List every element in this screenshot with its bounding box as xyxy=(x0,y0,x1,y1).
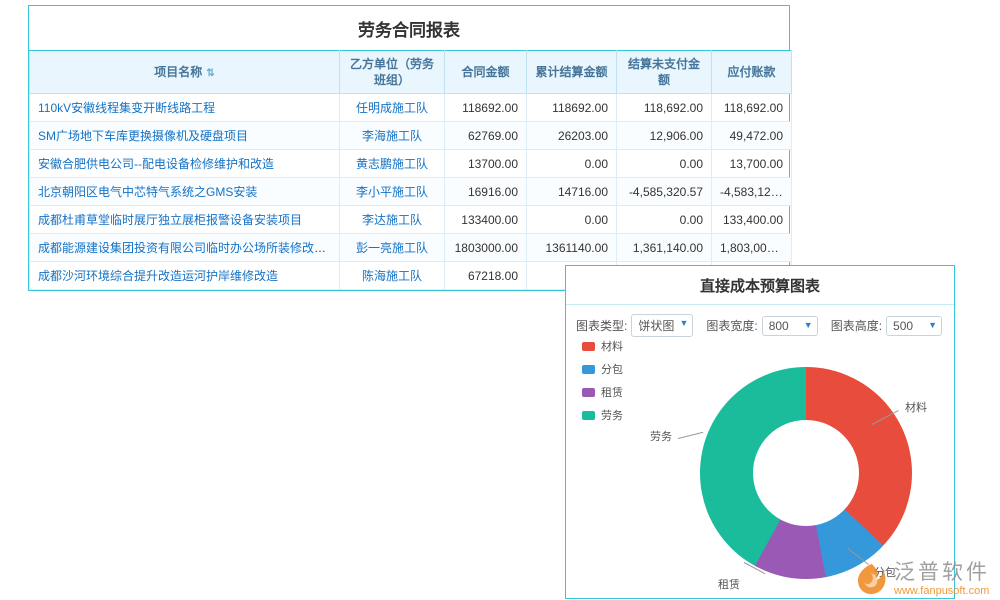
chart-type-label: 图表类型: xyxy=(576,317,627,334)
cell-contract-amount: 16916.00 xyxy=(445,178,527,206)
cost-budget-chart-panel: 直接成本预算图表 图表类型: 饼状图 ▼ 图表宽度: 800 ▼ 图表高度: 5… xyxy=(565,265,955,599)
column-header-settled-amount: 累计结算金额 xyxy=(527,51,617,94)
column-header-contract-amount: 合同金额 xyxy=(445,51,527,94)
callout-lease: 租赁 xyxy=(718,576,740,592)
team-link[interactable]: 黄志鹏施工队 xyxy=(356,157,428,171)
team-link[interactable]: 彭一亮施工队 xyxy=(356,241,428,255)
labor-contract-report-panel: 劳务合同报表 项目名称 ⇅ 乙方单位（劳务班组） 合同金额 累计结算金额 结算未支… xyxy=(28,5,790,291)
column-header-project-label: 项目名称 xyxy=(154,65,202,79)
legend-item-labor[interactable]: 劳务 xyxy=(582,407,623,423)
team-link[interactable]: 陈海施工队 xyxy=(362,269,422,283)
report-title: 劳务合同报表 xyxy=(29,6,789,50)
chevron-down-icon: ▼ xyxy=(679,318,688,328)
callout-labor: 劳务 xyxy=(650,428,672,444)
cell-settled-amount: 0.00 xyxy=(527,150,617,178)
legend-label: 材料 xyxy=(601,338,623,354)
legend-swatch xyxy=(582,365,595,374)
column-header-payable: 应付账款 xyxy=(712,51,792,94)
cell-settled-amount: 118692.00 xyxy=(527,94,617,122)
cell-payable-amount: 133,400.00 xyxy=(712,206,792,234)
legend-label: 劳务 xyxy=(601,407,623,423)
cell-settled-amount: 1361140.00 xyxy=(527,234,617,262)
project-link[interactable]: 北京朝阳区电气中芯特气系统之GMS安装 xyxy=(38,185,257,199)
project-link[interactable]: 成都杜甫草堂临时展厅独立展柜报警设备安装项目 xyxy=(38,213,302,227)
chart-width-label: 图表宽度: xyxy=(706,317,757,334)
sort-icon[interactable]: ⇅ xyxy=(206,68,214,79)
chart-type-value: 饼状图 xyxy=(638,319,674,333)
donut-chart-wrap xyxy=(700,367,912,579)
legend-item-subcontract[interactable]: 分包 xyxy=(582,361,623,377)
team-link[interactable]: 李达施工队 xyxy=(362,213,422,227)
table-row[interactable]: 成都杜甫草堂临时展厅独立展柜报警设备安装项目 李达施工队 133400.00 0… xyxy=(30,206,792,234)
fanpu-logo-icon xyxy=(854,562,888,598)
table-row[interactable]: SM广场地下车库更换摄像机及硬盘项目 李海施工队 62769.00 26203.… xyxy=(30,122,792,150)
chevron-down-icon: ▼ xyxy=(804,320,813,330)
chart-height-value: 500 xyxy=(893,319,913,333)
chart-legend: 材料 分包 租赁 劳务 xyxy=(582,338,623,423)
legend-item-lease[interactable]: 租赁 xyxy=(582,384,623,400)
cell-unpaid-amount: 1,361,140.00 xyxy=(617,234,712,262)
cell-settled-amount: 26203.00 xyxy=(527,122,617,150)
team-link[interactable]: 任明成施工队 xyxy=(356,101,428,115)
cell-contract-amount: 1803000.00 xyxy=(445,234,527,262)
team-link[interactable]: 李海施工队 xyxy=(362,129,422,143)
legend-swatch xyxy=(582,411,595,420)
cell-payable-amount: 49,472.00 xyxy=(712,122,792,150)
cell-payable-amount: 118,692.00 xyxy=(712,94,792,122)
chevron-down-icon: ▼ xyxy=(928,320,937,330)
legend-label: 租赁 xyxy=(601,384,623,400)
column-header-unpaid-amount: 结算未支付金额 xyxy=(617,51,712,94)
cell-unpaid-amount: -4,585,320.57 xyxy=(617,178,712,206)
chart-height-select[interactable]: 500 ▼ xyxy=(886,316,942,336)
cell-unpaid-amount: 0.00 xyxy=(617,150,712,178)
cell-settled-amount: 0.00 xyxy=(527,206,617,234)
cell-payable-amount: 13,700.00 xyxy=(712,150,792,178)
legend-item-material[interactable]: 材料 xyxy=(582,338,623,354)
cell-contract-amount: 133400.00 xyxy=(445,206,527,234)
contracts-table: 项目名称 ⇅ 乙方单位（劳务班组） 合同金额 累计结算金额 结算未支付金额 应付账… xyxy=(29,50,792,290)
cell-payable-amount: 1,803,000.00 xyxy=(712,234,792,262)
table-row[interactable]: 安徽合肥供电公司--配电设备检修维护和改造 黄志鹏施工队 13700.00 0.… xyxy=(30,150,792,178)
cell-unpaid-amount: 0.00 xyxy=(617,206,712,234)
legend-swatch xyxy=(582,342,595,351)
team-link[interactable]: 李小平施工队 xyxy=(356,185,428,199)
project-link[interactable]: 110kV安徽线程集变开断线路工程 xyxy=(38,101,215,115)
cell-contract-amount: 62769.00 xyxy=(445,122,527,150)
cell-unpaid-amount: 12,906.00 xyxy=(617,122,712,150)
project-link[interactable]: SM广场地下车库更换摄像机及硬盘项目 xyxy=(38,129,248,143)
project-link[interactable]: 成都沙河环境综合提升改造运河护岸维修改造 xyxy=(38,269,278,283)
callout-material: 材料 xyxy=(905,399,927,415)
donut-hole xyxy=(753,420,859,526)
chart-height-label: 图表高度: xyxy=(831,317,882,334)
watermark-url: www.fanpusoft.com xyxy=(894,585,990,598)
column-header-project[interactable]: 项目名称 ⇅ xyxy=(30,51,340,94)
cell-unpaid-amount: 118,692.00 xyxy=(617,94,712,122)
chart-width-value: 800 xyxy=(769,319,789,333)
table-row[interactable]: 成都能源建设集团投资有限公司临时办公场所装修改造工程EPC 彭一亮施工队 180… xyxy=(30,234,792,262)
cell-contract-amount: 118692.00 xyxy=(445,94,527,122)
watermark-brand: 泛普软件 xyxy=(894,561,990,585)
table-row[interactable]: 北京朝阳区电气中芯特气系统之GMS安装 李小平施工队 16916.00 1471… xyxy=(30,178,792,206)
legend-swatch xyxy=(582,388,595,397)
table-header-row: 项目名称 ⇅ 乙方单位（劳务班组） 合同金额 累计结算金额 结算未支付金额 应付账… xyxy=(30,51,792,94)
chart-type-select[interactable]: 饼状图 ▼ xyxy=(631,314,693,337)
cell-contract-amount: 67218.00 xyxy=(445,262,527,290)
chart-title: 直接成本预算图表 xyxy=(566,266,954,305)
project-link[interactable]: 成都能源建设集团投资有限公司临时办公场所装修改造工程EPC xyxy=(38,241,340,255)
chart-width-select[interactable]: 800 ▼ xyxy=(762,316,818,336)
table-row[interactable]: 110kV安徽线程集变开断线路工程 任明成施工队 118692.00 11869… xyxy=(30,94,792,122)
project-link[interactable]: 安徽合肥供电公司--配电设备检修维护和改造 xyxy=(38,157,274,171)
cell-contract-amount: 13700.00 xyxy=(445,150,527,178)
cell-payable-amount: -4,583,120.57 xyxy=(712,178,792,206)
legend-label: 分包 xyxy=(601,361,623,377)
column-header-team: 乙方单位（劳务班组） xyxy=(340,51,445,94)
cell-settled-amount: 14716.00 xyxy=(527,178,617,206)
chart-controls: 图表类型: 饼状图 ▼ 图表宽度: 800 ▼ 图表高度: 500 ▼ xyxy=(566,305,954,341)
watermark: 泛普软件 www.fanpusoft.com xyxy=(854,561,990,598)
